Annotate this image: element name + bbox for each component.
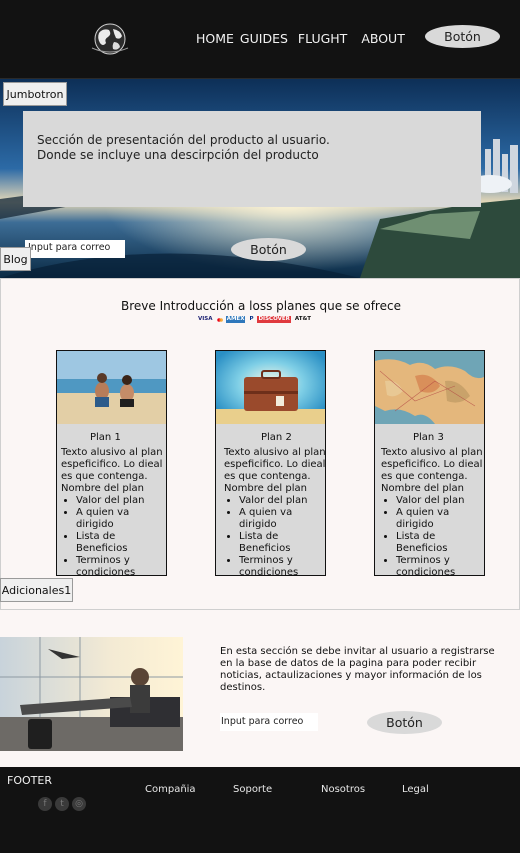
mastercard-logo	[216, 317, 223, 322]
list-item: Terminos y condiciones	[396, 555, 486, 579]
nav-flught[interactable]: FLUGHT	[298, 31, 347, 46]
list-item: Terminos y condiciones	[76, 555, 166, 579]
plan-1-beach-image	[57, 351, 166, 424]
facebook-icon[interactable]: f	[38, 797, 52, 811]
plan-2-text: Texto alusivo al plan espeficifico. Lo d…	[224, 447, 326, 482]
blog-tag: Blog	[0, 247, 31, 271]
plan-3-map-image	[375, 351, 484, 424]
plan-3-list-title: Nombre del plan	[381, 483, 464, 494]
plan-card-2[interactable]: Plan 2 Texto alusivo al plan espeficific…	[215, 350, 329, 579]
list-item: Lista de Beneficios	[239, 531, 329, 555]
att-logo: AT&T	[294, 316, 311, 322]
plan-3-text: Texto alusivo al plan espeficifico. Lo d…	[381, 447, 483, 482]
jumbotron-tag: Jumbotron	[3, 82, 67, 106]
footer-link-nosotros[interactable]: Nosotros	[321, 784, 365, 795]
plan-1-text: Texto alusivo al plan espeficifico. Lo d…	[61, 447, 163, 482]
payment-logos: VISA AMEX P DISCOVER AT&T	[197, 315, 312, 324]
nav-about[interactable]: ABOUT	[361, 31, 405, 46]
plan-1-body: Texto alusivo al plan espeficifico. Lo d…	[61, 447, 166, 579]
plan-2-body: Texto alusivo al plan espeficifico. Lo d…	[224, 447, 329, 579]
header: HOME GUIDES FLUGHT ABOUT Botón	[0, 0, 520, 79]
additional-button[interactable]: Botón	[367, 711, 442, 734]
plans-intro: Breve Introducción a loss planes que se …	[121, 299, 401, 313]
footer-link-legal[interactable]: Legal	[402, 784, 429, 795]
hero-card-line1: Sección de presentación del producto al …	[37, 133, 330, 147]
list-item: Valor del plan	[239, 495, 329, 507]
additional-section: En esta sección se debe invitar al usuar…	[0, 610, 520, 767]
footer: FOOTER f t ◎ Compañia Soporte Nosotros L…	[0, 767, 520, 853]
plan-1-list-title: Nombre del plan	[61, 483, 144, 494]
list-item: Terminos y condiciones	[239, 555, 329, 579]
instagram-icon[interactable]: ◎	[72, 797, 86, 811]
plan-3-list: Valor del plan A quien va dirigido Lista…	[396, 495, 486, 579]
plans-section: Breve Introducción a loss planes que se …	[0, 278, 520, 610]
adicionales-tag: Adicionales1	[0, 578, 73, 602]
nav-home[interactable]: HOME	[196, 31, 234, 46]
footer-title: FOOTER	[7, 774, 52, 787]
globe-icon[interactable]	[90, 22, 130, 56]
list-item: A quien va dirigido	[76, 507, 166, 531]
jumbotron: Jumbotron Sección de presentación del pr…	[0, 79, 520, 278]
plan-card-1[interactable]: Plan 1 Texto alusivo al plan espeficific…	[56, 350, 167, 579]
plan-1-title: Plan 1	[90, 432, 121, 443]
footer-link-compania[interactable]: Compañia	[145, 784, 196, 795]
plan-1-list: Valor del plan A quien va dirigido Lista…	[76, 495, 166, 579]
nav-guides[interactable]: GUIDES	[240, 31, 288, 46]
list-item: Valor del plan	[76, 495, 166, 507]
header-button[interactable]: Botón	[425, 25, 500, 48]
plan-3-title: Plan 3	[413, 432, 444, 443]
twitter-icon[interactable]: t	[55, 797, 69, 811]
discover-logo: DISCOVER	[257, 316, 291, 323]
list-item: A quien va dirigido	[239, 507, 329, 531]
hero-email-input[interactable]: Input para correo	[25, 240, 125, 258]
plan-3-body: Texto alusivo al plan espeficifico. Lo d…	[381, 447, 486, 579]
main-nav: HOME GUIDES FLUGHT ABOUT	[196, 31, 405, 46]
additional-text: En esta sección se debe invitar al usuar…	[220, 646, 495, 693]
footer-link-soporte[interactable]: Soporte	[233, 784, 272, 795]
additional-email-input[interactable]: Input para correo	[220, 713, 318, 731]
visa-logo: VISA	[198, 316, 213, 322]
plan-2-list: Valor del plan A quien va dirigido Lista…	[239, 495, 329, 579]
plan-2-suitcase-image	[216, 351, 325, 424]
paypal-logo: P	[249, 316, 254, 322]
hero-card: Sección de presentación del producto al …	[23, 111, 481, 207]
hero-card-line2: Donde se incluye una descirpción del pro…	[37, 148, 319, 162]
list-item: Lista de Beneficios	[76, 531, 166, 555]
list-item: Valor del plan	[396, 495, 486, 507]
plan-2-list-title: Nombre del plan	[224, 483, 307, 494]
plan-2-title: Plan 2	[261, 432, 292, 443]
list-item: A quien va dirigido	[396, 507, 486, 531]
amex-logo: AMEX	[225, 316, 246, 323]
plan-card-3[interactable]: Plan 3 Texto alusivo al plan espeficific…	[374, 350, 486, 579]
airport-traveler-image	[0, 637, 183, 751]
list-item: Lista de Beneficios	[396, 531, 486, 555]
hero-button[interactable]: Botón	[231, 238, 306, 261]
